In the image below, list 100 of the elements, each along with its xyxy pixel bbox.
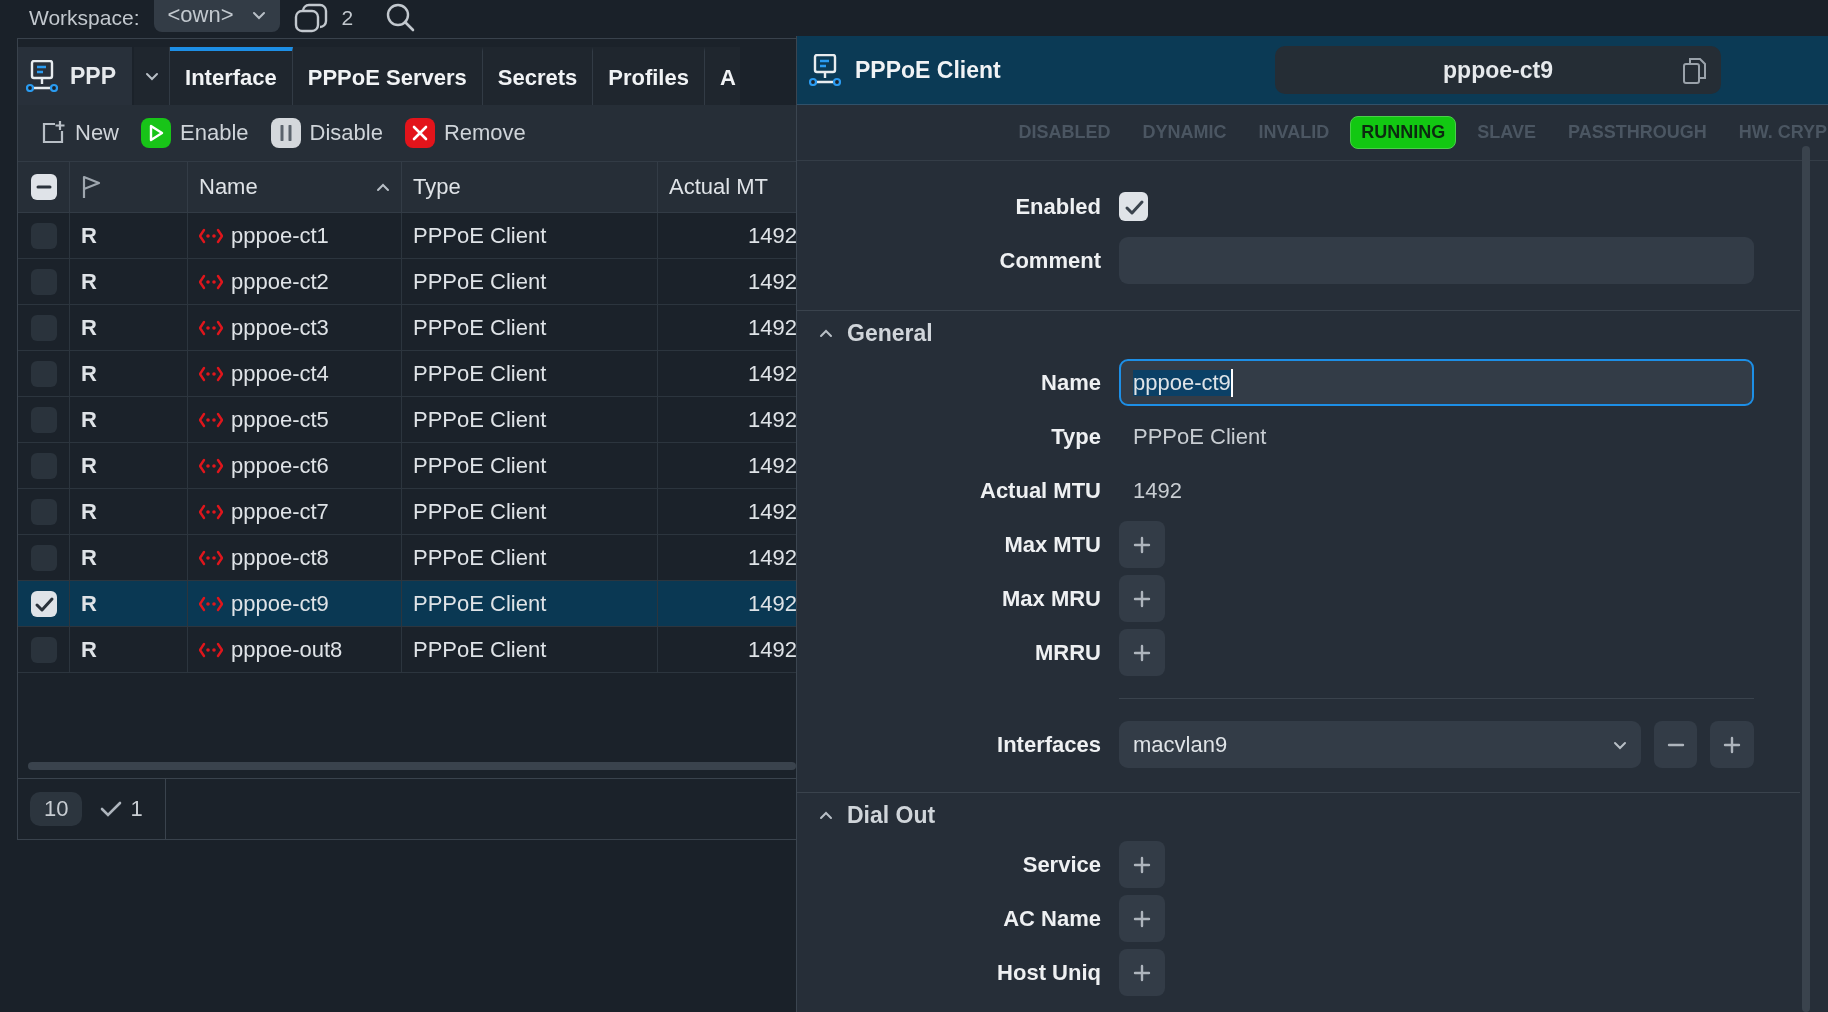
field-label: Host Uniq (997, 959, 1101, 986)
table-cell: pppoe-ct4 (231, 360, 329, 387)
tab[interactable]: Profiles (593, 47, 705, 105)
table-cell: pppoe-ct2 (231, 268, 329, 295)
add-button[interactable] (1119, 949, 1165, 996)
chevron-up-icon[interactable] (819, 327, 833, 339)
session-count: 2 (341, 6, 354, 30)
add-button[interactable] (1119, 895, 1165, 942)
new-item-icon (40, 120, 66, 146)
workspace-dropdown[interactable]: <own> (153, 0, 280, 32)
table-cell: 1492 (748, 406, 796, 433)
field-label: Interfaces (997, 731, 1101, 758)
selected-count: 1 (130, 796, 143, 822)
check-icon (100, 800, 123, 818)
interface-icon (199, 365, 223, 382)
new-button[interactable]: New (40, 120, 119, 146)
field-label: Service (1022, 851, 1101, 878)
interface-icon (199, 595, 223, 612)
column-header[interactable]: Actual MT (669, 174, 769, 200)
enabled-checkbox[interactable] (1119, 192, 1148, 221)
plus-icon (1133, 589, 1151, 608)
minus-icon (1666, 742, 1685, 747)
field-label: Actual MTU (980, 477, 1101, 504)
pause-icon (278, 125, 293, 141)
field-label: MRRU (1035, 639, 1101, 666)
copy-icon[interactable] (1683, 57, 1707, 85)
tab[interactable]: Interface (170, 47, 293, 105)
add-button[interactable] (1119, 841, 1165, 888)
window-title: PPP (70, 62, 117, 90)
plus-icon (1133, 963, 1151, 982)
field-label: Comment (999, 247, 1101, 274)
table-cell: PPPoE Client (413, 590, 547, 617)
field-label: Enabled (1015, 193, 1101, 220)
enable-button[interactable]: Enable (141, 118, 249, 148)
row-checkbox[interactable] (30, 590, 57, 617)
plus-icon (1133, 909, 1151, 928)
interface-icon (199, 273, 223, 290)
add-button[interactable] (1710, 721, 1754, 768)
table-cell: PPPoE Client (413, 498, 547, 525)
name-display: pppoe-ct9 (1275, 46, 1721, 94)
scrollbar[interactable] (28, 762, 796, 770)
table-cell: PPPoE Client (413, 360, 547, 387)
table-cell: pppoe-ct3 (231, 314, 329, 341)
table-cell: pppoe-ct1 (231, 222, 329, 249)
table-cell: R (81, 268, 97, 295)
select-all-checkbox[interactable] (30, 174, 57, 200)
table-cell: 1492 (748, 314, 796, 341)
name-field[interactable]: pppoe-ct9 (1119, 359, 1754, 406)
table-cell: R (81, 498, 97, 525)
plus-icon (1133, 535, 1151, 554)
section-title[interactable]: Dial Out (847, 801, 936, 829)
table-cell: R (81, 222, 97, 249)
table-cell: PPPoE Client (413, 636, 547, 663)
table-cell: pppoe-ct6 (231, 452, 329, 479)
table-cell: R (81, 360, 97, 387)
interface-icon (199, 503, 223, 520)
field-label: Max MTU (1004, 531, 1101, 558)
table-cell: 1492 (748, 222, 796, 249)
table-cell: R (81, 452, 97, 479)
interface-dropdown[interactable]: macvlan9 (1119, 721, 1641, 768)
close-icon (411, 125, 428, 141)
interface-icon (199, 641, 223, 658)
flag-icon (81, 175, 101, 199)
play-icon (148, 124, 164, 142)
workspace-label: Workspace: (29, 6, 140, 30)
table-cell: pppoe-ct9 (231, 590, 329, 617)
add-button[interactable] (1119, 521, 1165, 568)
tab[interactable]: A (704, 47, 740, 105)
count-badge: 10 (30, 792, 83, 826)
section-title[interactable]: General (847, 319, 933, 347)
chevron-down-icon (144, 71, 159, 81)
interface-icon (199, 319, 223, 336)
tab[interactable]: Secrets (482, 47, 594, 105)
table-cell: 1492 (748, 268, 796, 295)
table-cell: pppoe-ct8 (231, 544, 329, 571)
disable-button[interactable]: Disable (270, 118, 383, 148)
add-button[interactable] (1119, 629, 1165, 676)
table-cell: pppoe-out8 (231, 636, 343, 663)
plus-icon (1723, 735, 1742, 754)
network-icon (26, 60, 58, 92)
tab[interactable]: PPPoE Servers (292, 47, 483, 105)
table-cell: PPPoE Client (413, 452, 547, 479)
column-header[interactable]: Name (199, 174, 258, 200)
field-value: 1492 (1132, 477, 1182, 504)
field-label: AC Name (1003, 905, 1101, 932)
interface-icon (199, 227, 223, 244)
chevron-up-icon[interactable] (819, 809, 833, 821)
interface-icon (199, 457, 223, 474)
table-cell: pppoe-ct7 (231, 498, 329, 525)
panel-title: PPPoE Client (855, 56, 1002, 84)
add-button[interactable] (1119, 575, 1165, 622)
remove-button[interactable]: Remove (404, 118, 526, 148)
chevron-down-icon (1612, 739, 1627, 750)
network-icon (809, 54, 841, 86)
table-cell: 1492 (748, 498, 796, 525)
column-header[interactable]: Type (413, 174, 461, 200)
plus-icon (1133, 643, 1151, 662)
table-cell: PPPoE Client (413, 314, 547, 341)
field-label: Name (1041, 369, 1101, 396)
plus-icon (1133, 855, 1151, 874)
